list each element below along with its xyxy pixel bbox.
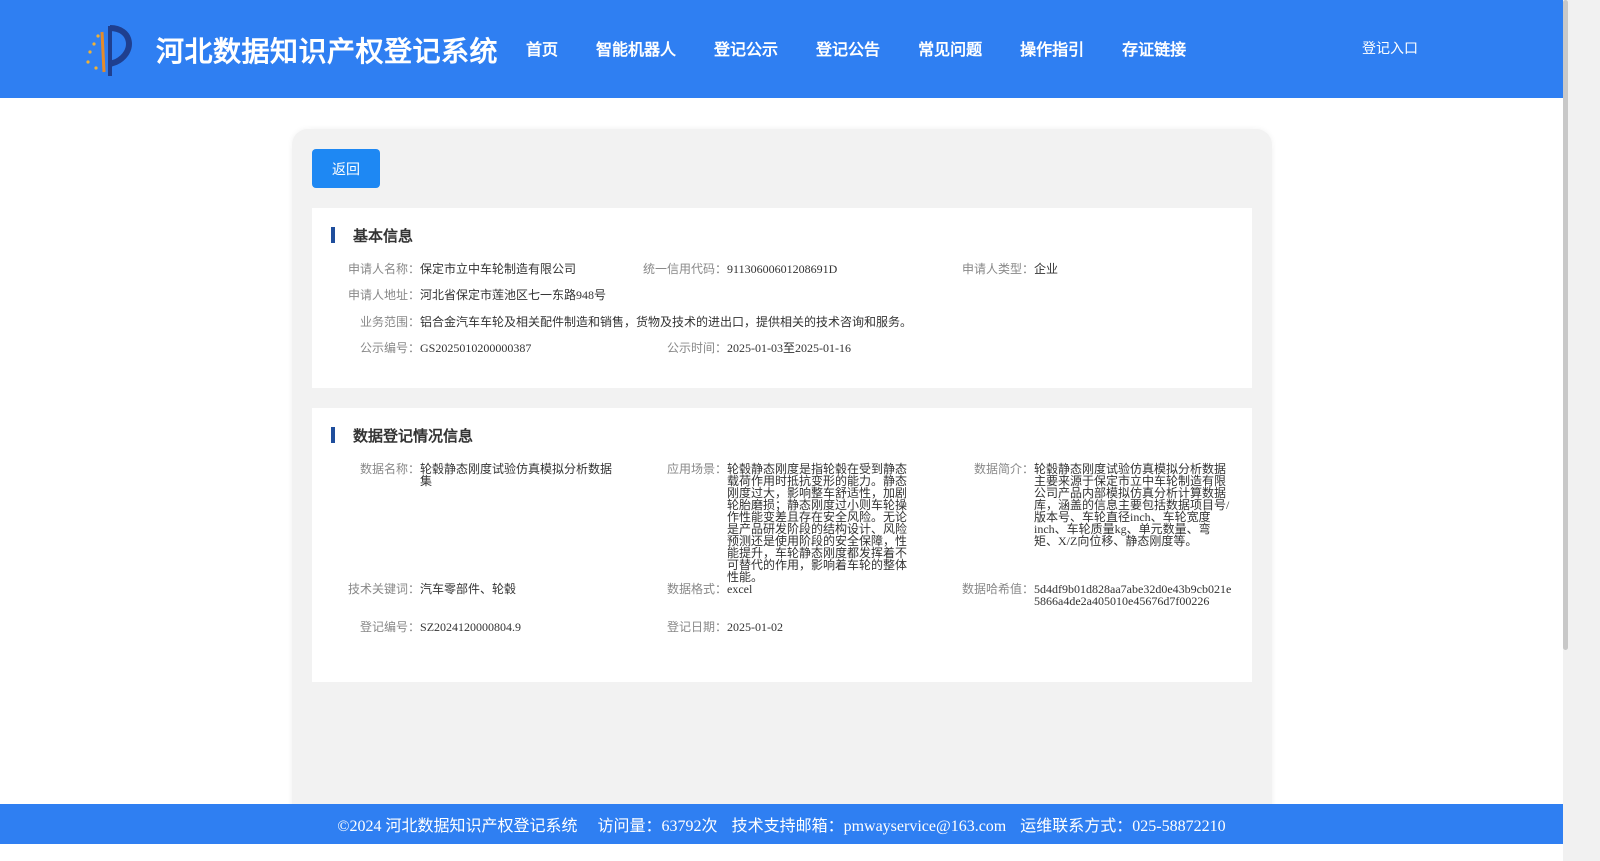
section-heading: 基本信息 xyxy=(331,226,414,245)
application-scenario-field: 应用场景： 轮毂静态刚度是指轮毂在受到静态载荷作用时抵抗变形的能力。静态刚度过大… xyxy=(667,463,917,583)
footer-contact: 运维联系方式：025-58872210 xyxy=(1020,818,1226,835)
field-label: 登记日期： xyxy=(667,620,728,634)
top-header: 河北数据知识产权登记系统 首页 智能机器人 登记公示 登记公告 常见问题 操作指… xyxy=(0,0,1563,98)
scrollbar-track[interactable] xyxy=(1563,0,1600,861)
nav-item-registration-announcement[interactable]: 登记公告 xyxy=(797,33,899,63)
field-label: 申请人类型： xyxy=(962,262,1035,276)
credit-code-field: 统一信用代码： 91130600601208691D xyxy=(643,263,837,275)
field-label: 数据名称： xyxy=(360,462,421,476)
field-label: 申请人名称： xyxy=(348,262,421,276)
applicant-name-field: 申请人名称： 保定市立中车轮制造有限公司 xyxy=(348,263,576,275)
notice-time-field: 公示时间： 2025-01-03至2025-01-16 xyxy=(667,342,851,354)
main-nav: 首页 智能机器人 登记公示 登记公告 常见问题 操作指引 存证链接 xyxy=(507,33,1205,63)
section-title: 数据登记情况信息 xyxy=(353,426,474,445)
field-label: 数据格式： xyxy=(667,582,728,596)
registration-date-field: 登记日期： 2025-01-02 xyxy=(667,621,783,633)
footer-support-email: 技术支持邮箱：pmwayservice@163.com xyxy=(731,818,1007,835)
field-value: 5d4df9b01d828aa7abe32d0e43b9cb021e5866a4… xyxy=(1034,582,1232,608)
nav-item-registration-notice[interactable]: 登记公示 xyxy=(695,33,797,63)
field-value: 2025-01-03至2025-01-16 xyxy=(727,341,852,355)
footer-visits: 访问量：63792次 xyxy=(597,818,718,835)
page-footer: ©2024 河北数据知识产权登记系统 访问量：63792次 技术支持邮箱：pmw… xyxy=(0,804,1563,844)
field-label: 业务范围： xyxy=(360,315,421,329)
nav-item-robot[interactable]: 智能机器人 xyxy=(577,33,695,63)
nav-item-faq[interactable]: 常见问题 xyxy=(899,33,1001,63)
field-value: 91130600601208691D xyxy=(727,262,838,276)
field-value: 轮毂静态刚度试验仿真模拟分析数据集 xyxy=(420,462,613,488)
field-value: 轮毂静态刚度试验仿真模拟分析数据主要来源于保定市立中车轮制造有限公司产品内部模拟… xyxy=(1034,462,1230,548)
data-name-field: 数据名称： 轮毂静态刚度试验仿真模拟分析数据集 xyxy=(360,463,612,487)
field-label: 统一信用代码： xyxy=(643,262,728,276)
section-title: 基本信息 xyxy=(353,226,414,245)
business-scope-field: 业务范围： 铝合金汽车车轮及相关配件制造和销售，货物及技术的进出口，提供相关的技… xyxy=(360,316,912,328)
field-value: SZ2024120000804.9 xyxy=(420,620,522,634)
notice-number-field: 公示编号： GS2025010200000387 xyxy=(360,342,531,354)
registration-number-field: 登记编号： SZ2024120000804.9 xyxy=(360,621,521,633)
scrollbar-thumb[interactable] xyxy=(1563,0,1568,650)
footer-copyright: ©2024 河北数据知识产权登记系统 xyxy=(337,818,578,835)
field-value: 保定市立中车轮制造有限公司 xyxy=(420,262,577,276)
nav-item-evidence-link[interactable]: 存证链接 xyxy=(1103,33,1205,63)
field-label: 公示编号： xyxy=(360,341,421,355)
field-value: 2025-01-02 xyxy=(727,620,784,634)
tech-keywords-field: 技术关键词： 汽车零部件、轮毂 xyxy=(348,583,516,595)
data-hash-field: 数据哈希值： 5d4df9b01d828aa7abe32d0e43b9cb021… xyxy=(962,583,1236,607)
data-registration-card: 数据登记情况信息 数据名称： 轮毂静态刚度试验仿真模拟分析数据集 应用场景： 轮… xyxy=(312,408,1252,682)
section-marker xyxy=(331,227,335,243)
field-value: 汽车零部件、轮毂 xyxy=(420,582,517,596)
field-value: 铝合金汽车车轮及相关配件制造和销售，货物及技术的进出口，提供相关的技术咨询和服务… xyxy=(420,315,913,329)
applicant-type-field: 申请人类型： 企业 xyxy=(962,263,1058,275)
address-field: 申请人地址： 河北省保定市莲池区七一东路948号 xyxy=(348,289,606,301)
data-format-field: 数据格式： excel xyxy=(667,583,752,595)
logo-icon[interactable] xyxy=(80,22,136,80)
data-summary-field: 数据简介： 轮毂静态刚度试验仿真模拟分析数据主要来源于保定市立中车轮制造有限公司… xyxy=(974,463,1230,547)
field-label: 数据简介： xyxy=(974,462,1035,476)
field-label: 申请人地址： xyxy=(348,288,421,302)
site-title: 河北数据知识产权登记系统 xyxy=(156,35,499,68)
section-marker xyxy=(331,427,335,443)
field-value: 企业 xyxy=(1034,262,1059,276)
login-link[interactable]: 登记入口 xyxy=(1362,38,1418,58)
back-button[interactable]: 返回 xyxy=(312,149,380,188)
field-value: 河北省保定市莲池区七一东路948号 xyxy=(420,288,607,302)
field-label: 数据哈希值： xyxy=(962,582,1035,596)
field-value: excel xyxy=(727,582,753,596)
field-value: 轮毂静态刚度是指轮毂在受到静态载荷作用时抵抗变形的能力。静态刚度过大，影响整车舒… xyxy=(727,462,908,584)
basic-info-card: 基本信息 申请人名称： 保定市立中车轮制造有限公司 统一信用代码： 911306… xyxy=(312,208,1252,388)
section-heading: 数据登记情况信息 xyxy=(331,426,474,445)
field-label: 应用场景： xyxy=(667,462,728,476)
field-value: GS2025010200000387 xyxy=(420,341,532,355)
field-label: 公示时间： xyxy=(667,341,728,355)
field-label: 技术关键词： xyxy=(348,582,421,596)
nav-item-guide[interactable]: 操作指引 xyxy=(1001,33,1103,63)
nav-item-home[interactable]: 首页 xyxy=(507,33,577,63)
field-label: 登记编号： xyxy=(360,620,421,634)
